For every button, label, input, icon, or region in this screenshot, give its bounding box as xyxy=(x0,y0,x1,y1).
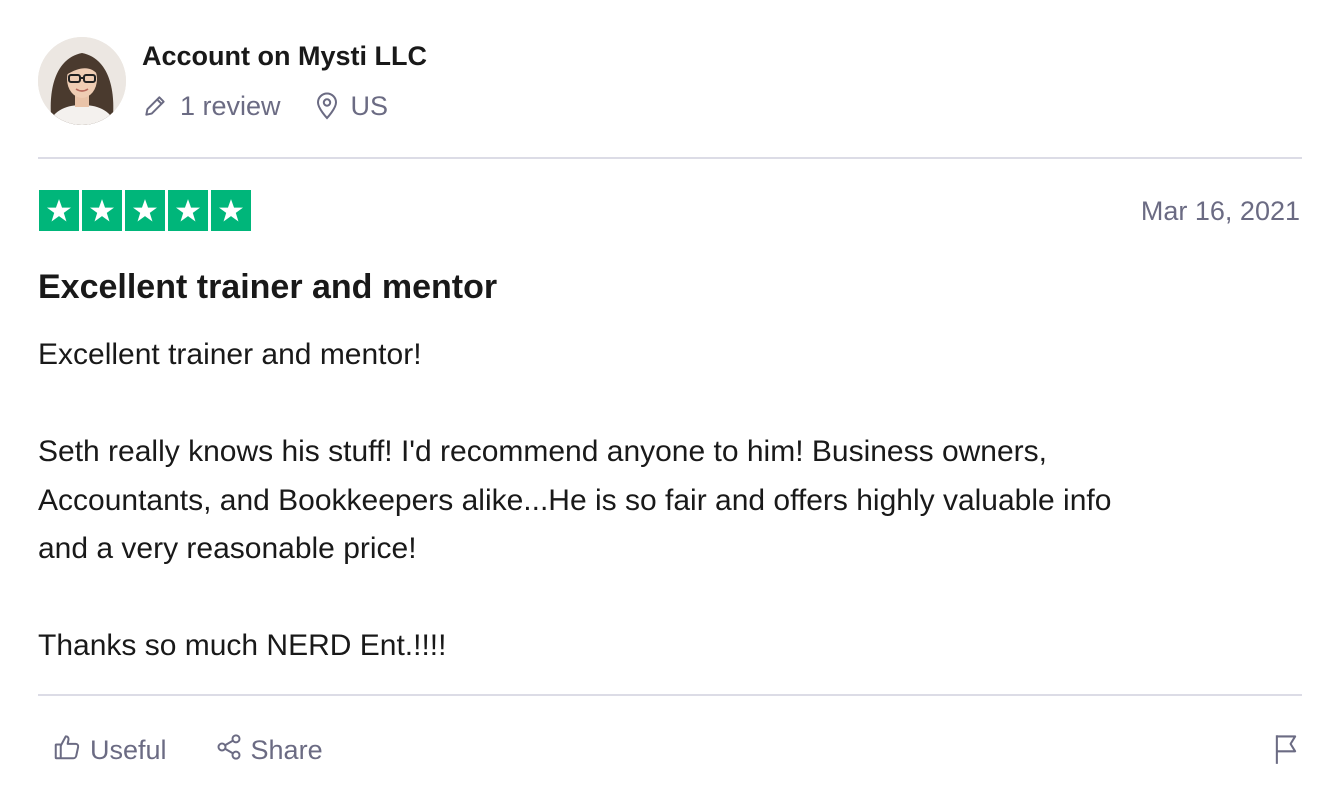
review-paragraph: Seth really knows his stuff! I'd recomme… xyxy=(38,435,1112,565)
divider xyxy=(38,157,1302,159)
review-paragraph: Excellent trainer and mentor! xyxy=(38,338,422,371)
star-icon xyxy=(168,190,208,231)
star-rating xyxy=(39,190,251,231)
review-title[interactable]: Excellent trainer and mentor xyxy=(38,268,497,307)
avatar-image xyxy=(38,37,126,125)
share-button[interactable]: Share xyxy=(215,733,323,768)
review-actions: Useful Share xyxy=(52,730,323,770)
share-label: Share xyxy=(250,734,323,765)
useful-button[interactable]: Useful xyxy=(52,732,167,769)
reviewer-meta: 1 review US xyxy=(142,88,388,124)
avatar[interactable] xyxy=(38,37,126,125)
star-icon xyxy=(125,190,165,231)
pencil-icon xyxy=(142,93,168,119)
location-label: US xyxy=(350,90,389,121)
flag-icon xyxy=(1272,733,1300,770)
report-button[interactable] xyxy=(1270,734,1302,768)
location-pin-icon xyxy=(315,92,339,120)
reviewer-location: US xyxy=(315,90,389,122)
star-icon xyxy=(82,190,122,231)
star-icon xyxy=(39,190,79,231)
share-icon xyxy=(215,733,243,768)
divider xyxy=(38,694,1302,696)
review-card: Account on Mysti LLC 1 review US Mar 16,… xyxy=(0,0,1338,806)
star-icon xyxy=(211,190,251,231)
review-count-label: 1 review xyxy=(180,90,281,121)
thumbs-up-icon xyxy=(52,732,82,769)
reviewer-name[interactable]: Account on Mysti LLC xyxy=(142,41,427,72)
review-body: Excellent trainer and mentor! Seth reall… xyxy=(38,331,1300,671)
review-count: 1 review xyxy=(142,91,281,122)
useful-label: Useful xyxy=(90,734,167,765)
review-paragraph: Thanks so much NERD Ent.!!!! xyxy=(38,629,447,662)
review-date: Mar 16, 2021 xyxy=(1140,196,1300,226)
